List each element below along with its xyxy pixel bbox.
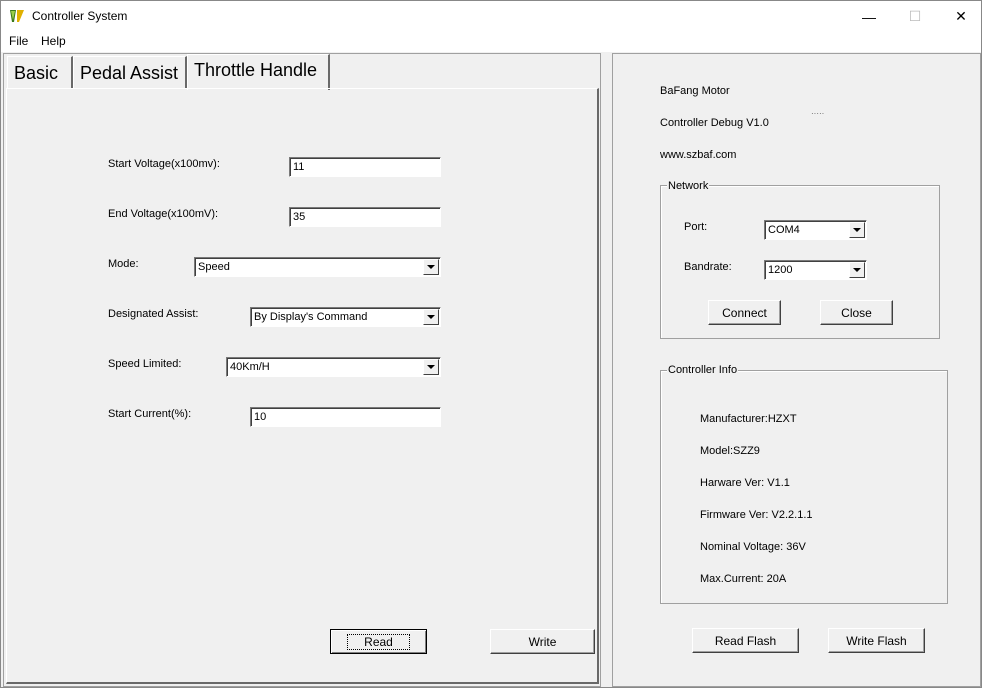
network-group-title: Network — [667, 180, 710, 192]
start-voltage-label: Start Voltage(x100mv): — [108, 158, 220, 170]
controller-info-group-title: Controller Info — [667, 364, 739, 376]
mode-select-value: Speed — [198, 261, 230, 273]
connect-button[interactable]: Connect — [708, 300, 781, 325]
maximize-button[interactable]: ☐ — [892, 1, 938, 32]
chevron-down-icon[interactable] — [423, 259, 439, 275]
close-window-button[interactable]: ✕ — [938, 1, 982, 32]
website-text: www.szbaf.com — [660, 149, 737, 161]
version-marker: ····· — [811, 109, 825, 118]
bandrate-select-value: 1200 — [768, 264, 793, 276]
menu-file[interactable]: File — [9, 34, 28, 48]
designated-assist-label: Designated Assist: — [108, 308, 199, 320]
speed-limited-value: 40Km/H — [230, 361, 270, 373]
speed-limited-label: Speed Limited: — [108, 358, 182, 370]
firmware-version-text: Firmware Ver: V2.2.1.1 — [700, 509, 813, 521]
throttle-handle-page — [6, 88, 599, 684]
controller-system-window: Controller System — ☐ ✕ File Help Basic … — [0, 0, 982, 688]
window-title: Controller System — [32, 9, 128, 23]
menu-bar: File Help — [1, 32, 981, 52]
close-port-button[interactable]: Close — [820, 300, 893, 325]
title-bar[interactable]: Controller System — ☐ ✕ — [1, 1, 981, 32]
nominal-voltage-text: Nominal Voltage: 36V — [700, 541, 806, 553]
start-voltage-input[interactable]: 11 — [289, 157, 441, 177]
write-flash-button[interactable]: Write Flash — [828, 628, 925, 653]
minimize-button[interactable]: — — [846, 1, 892, 32]
port-label: Port: — [684, 221, 708, 233]
port-select-value: COM4 — [768, 224, 800, 236]
read-button-label: Read — [347, 633, 410, 650]
chevron-down-icon[interactable] — [849, 262, 865, 278]
designated-assist-select[interactable]: By Display's Command — [250, 307, 441, 327]
port-select[interactable]: COM4 — [764, 220, 867, 240]
mode-select[interactable]: Speed — [194, 257, 441, 277]
model-text: Model:SZZ9 — [700, 445, 760, 457]
tab-throttle-handle[interactable]: Throttle Handle — [187, 54, 330, 90]
end-voltage-label: End Voltage(x100mV): — [108, 208, 219, 220]
app-icon — [9, 8, 25, 24]
menu-help[interactable]: Help — [41, 34, 66, 48]
start-current-label: Start Current(%): — [108, 408, 192, 420]
end-voltage-input[interactable]: 35 — [289, 207, 441, 227]
tab-basic[interactable]: Basic — [7, 56, 73, 88]
write-button[interactable]: Write — [490, 629, 595, 654]
tab-pedal-assist[interactable]: Pedal Assist — [73, 56, 187, 88]
speed-limited-select[interactable]: 40Km/H — [226, 357, 441, 377]
read-button[interactable]: Read — [330, 629, 427, 654]
chevron-down-icon[interactable] — [423, 309, 439, 325]
read-flash-button[interactable]: Read Flash — [692, 628, 799, 653]
chevron-down-icon[interactable] — [423, 359, 439, 375]
brand-name: BaFang Motor — [660, 85, 730, 97]
mode-label: Mode: — [108, 258, 139, 270]
bandrate-select[interactable]: 1200 — [764, 260, 867, 280]
start-current-input[interactable]: 10 — [250, 407, 441, 427]
hardware-version-text: Harware Ver: V1.1 — [700, 477, 790, 489]
chevron-down-icon[interactable] — [849, 222, 865, 238]
bandrate-label: Bandrate: — [684, 261, 732, 273]
software-version: Controller Debug V1.0 — [660, 117, 769, 129]
manufacturer-text: Manufacturer:HZXT — [700, 413, 797, 425]
designated-assist-value: By Display's Command — [254, 311, 368, 323]
max-current-text: Max.Current: 20A — [700, 573, 787, 585]
